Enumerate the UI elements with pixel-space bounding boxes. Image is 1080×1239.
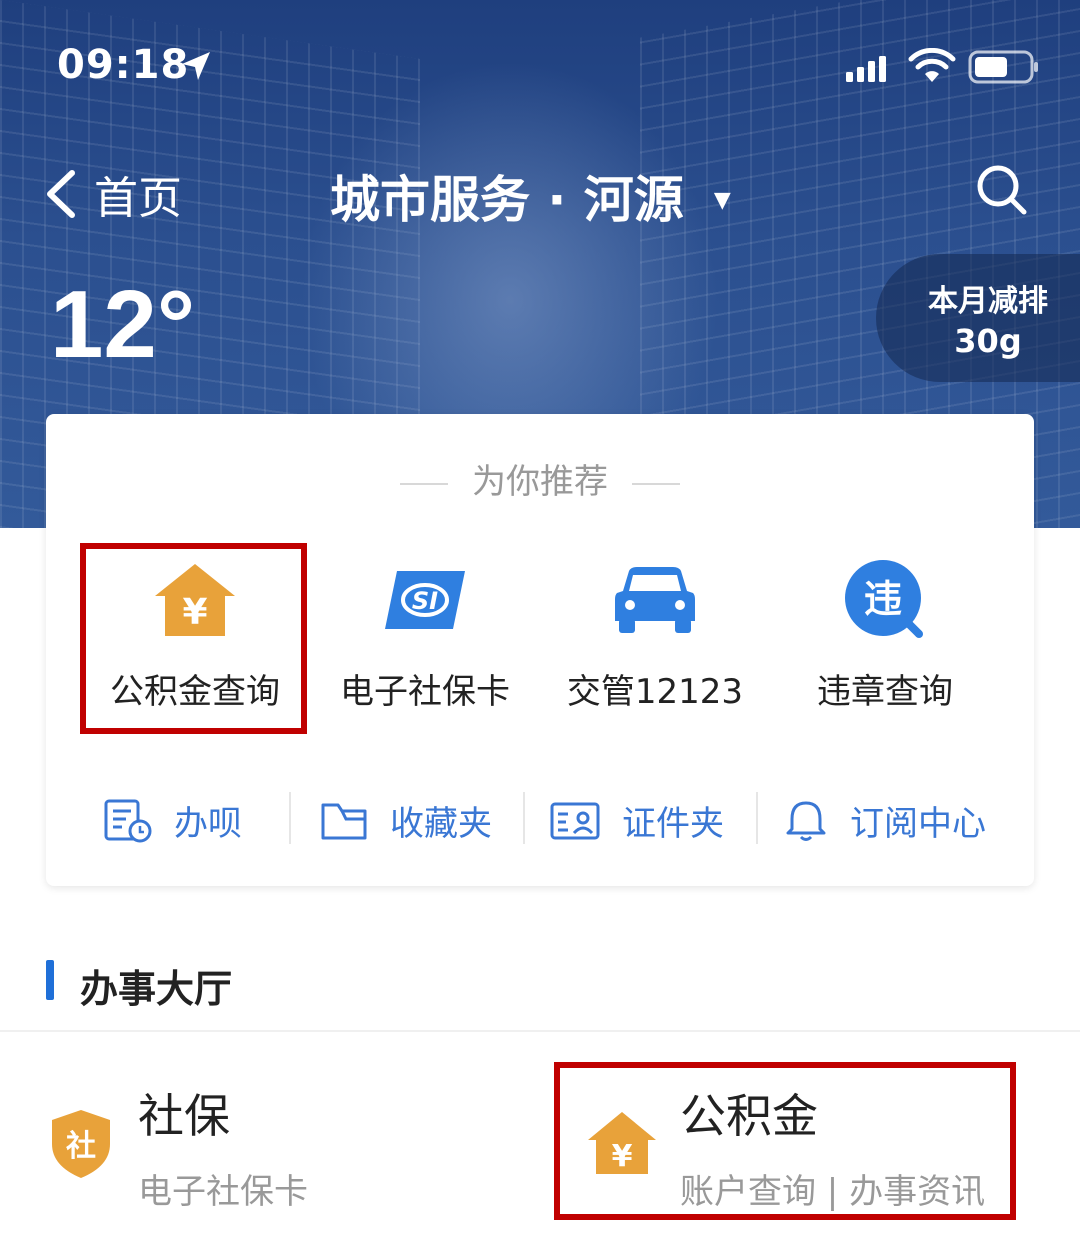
temperature: 12° — [50, 271, 196, 378]
section-separator — [0, 1030, 1080, 1032]
service-violation-query[interactable]: 违 违章查询 — [770, 558, 1000, 713]
quick-link-label: 订阅中心 — [850, 804, 986, 844]
violation-search-icon: 违 — [845, 560, 923, 638]
city-selector[interactable]: 城市服务 · 河源 ▼ — [330, 160, 731, 232]
back-label: 首页 — [94, 173, 182, 224]
highlight-box-fund-query — [80, 543, 307, 734]
quick-link-favorites[interactable]: 收藏夹 — [320, 796, 492, 845]
quick-divider — [289, 792, 291, 844]
bell-icon — [786, 801, 826, 841]
back-button[interactable]: 首页 — [40, 162, 182, 226]
search-icon[interactable] — [974, 162, 1030, 218]
battery-icon — [968, 50, 1038, 84]
status-time: 09:18 — [57, 42, 190, 88]
shield-icon: 社 — [52, 1110, 110, 1178]
cellular-signal-icon — [846, 56, 886, 82]
service-label: 电子社保卡 — [340, 672, 510, 712]
quick-link-subscriptions[interactable]: 订阅中心 — [784, 796, 986, 845]
quick-divider — [523, 792, 525, 844]
quick-divider — [756, 792, 758, 844]
chevron-left-icon — [47, 170, 75, 218]
quick-link-label: 收藏夹 — [390, 804, 492, 844]
service-social-security-card[interactable]: SI 电子社保卡 — [310, 558, 540, 713]
highlight-box-fund-hall — [554, 1062, 1016, 1220]
caret-down-icon: ▼ — [713, 187, 731, 213]
hall-item-social-security[interactable]: 社 社保 电子社保卡 — [50, 1090, 308, 1213]
task-icon — [104, 799, 152, 842]
emission-badge[interactable]: 本月减排 30g — [876, 254, 1080, 382]
emission-value: 30g — [954, 322, 1022, 360]
folder-icon — [321, 803, 367, 839]
social-security-card-icon: SI — [385, 571, 465, 629]
section-title: 办事大厅 — [80, 967, 233, 1011]
recommend-title: 为你推荐 — [472, 462, 608, 502]
id-card-icon — [550, 802, 600, 839]
recommend-title-row: 为你推荐 — [46, 454, 1034, 503]
shield-badge-text: 社 — [66, 1129, 96, 1164]
quick-link-id-wallet[interactable]: 证件夹 — [550, 796, 724, 845]
wifi-icon — [908, 48, 956, 82]
svg-text:SI: SI — [412, 587, 438, 615]
hall-item-subtitle: 电子社保卡 — [138, 1172, 308, 1212]
divider-right — [632, 482, 680, 485]
emission-label: 本月减排 — [928, 284, 1048, 319]
divider-left — [400, 482, 448, 485]
service-traffic-12123[interactable]: 交管12123 — [540, 558, 770, 713]
service-label: 违章查询 — [817, 672, 953, 712]
section-marker — [46, 960, 54, 1000]
quick-link-label: 证件夹 — [622, 804, 724, 844]
page-title: 城市服务 · 河源 — [330, 171, 684, 229]
quick-link-banbei[interactable]: 办呗 — [104, 796, 242, 845]
service-label: 交管12123 — [566, 672, 744, 712]
hall-item-title: 社保 — [138, 1089, 230, 1143]
location-arrow-icon — [182, 52, 210, 80]
quick-link-label: 办呗 — [174, 804, 242, 844]
svg-text:违: 违 — [864, 577, 902, 621]
car-icon — [615, 567, 695, 633]
